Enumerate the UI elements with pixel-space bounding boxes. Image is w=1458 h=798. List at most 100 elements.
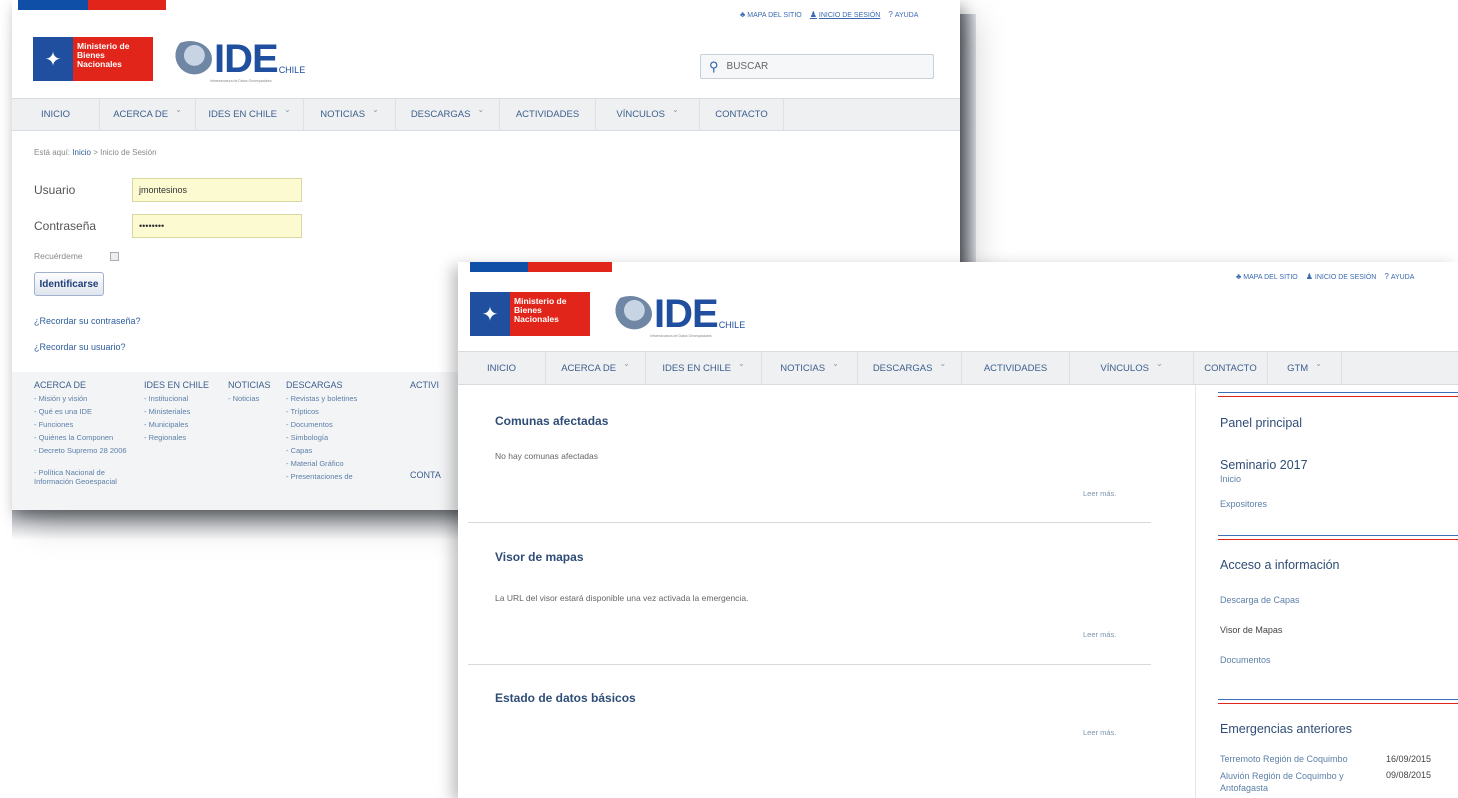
chevron-down-icon: ⌄ [1315,358,1322,368]
breadcrumb-home-link[interactable]: Inicio [72,148,91,157]
ide-subtitle: Infraestructura de Datos Geoespaciales [650,334,712,338]
chevron-down-icon: ⌄ [1155,358,1163,368]
flag-blue-bar [18,0,88,10]
remember-checkbox[interactable] [110,252,119,261]
footer-link[interactable]: - Decreto Supremo 28 2006 [34,446,144,455]
nav-item-noticias[interactable]: NOTICIAS ⌄ [762,352,858,384]
nav-item-contacto[interactable]: CONTACTO [700,99,784,130]
footer-link[interactable]: - Misión y visión [34,394,87,403]
nav-label: CONTACTO [1204,362,1257,374]
nav-label: VÍNCULOS [616,109,665,120]
main-nav: INICIO ACERCA DE ⌄ IDES EN CHILE ⌄ NOTICIA… [12,98,960,131]
ministry-logo-text: Ministerio de Bienes Nacionales [510,292,590,336]
breadcrumb-separator: > [93,148,98,157]
footer-heading: CONTA [410,470,441,480]
read-more-link[interactable]: Leer más. [1083,728,1116,737]
search-input[interactable]: ⚲ BUSCAR [700,54,934,79]
documents-link[interactable]: Documentos [1220,655,1271,665]
chevron-down-icon: ⌄ [175,105,182,114]
section-title: Visor de mapas [495,550,584,564]
footer-link[interactable]: - Presentaciones de [286,472,353,481]
nav-item-acerca[interactable]: ACERCA DE ⌄ [100,99,196,130]
nav-item-inicio[interactable]: INICIO [458,352,546,384]
login-link[interactable]: ♟ INICIO DE SESIÓN [1306,272,1377,281]
emergency-link[interactable]: Aluvión Región de Coquimbo y Antofagasta [1220,770,1380,794]
nav-item-vinculos[interactable]: VÍNCULOS ⌄ [1070,352,1194,384]
map-viewer-link[interactable]: Visor de Mapas [1220,625,1282,635]
forgot-password-link[interactable]: ¿Recordar su contraseña? [34,316,141,326]
forgot-username-link[interactable]: ¿Recordar su usuario? [34,342,126,352]
footer-heading: DESCARGAS [286,380,343,390]
nav-item-descargas[interactable]: DESCARGAS ⌄ [858,352,962,384]
read-more-link[interactable]: Leer más. [1083,489,1116,498]
nav-label: INICIO [486,362,517,374]
user-icon: ♟ [1305,272,1313,281]
ministry-logo[interactable]: ✦ Ministerio de Bienes Nacionales [33,37,153,81]
search-icon: ⚲ [709,58,719,74]
coat-of-arms-icon: ✦ [470,292,510,336]
nav-label: DESCARGAS [410,109,471,120]
nav-item-gtm[interactable]: GTM ⌄ [1268,352,1342,384]
sitemap-link[interactable]: ♣ MAPA DEL SITIO [740,10,802,19]
footer-link[interactable]: - Qué es una IDE [34,407,92,416]
nav-item-ides[interactable]: IDES EN CHILE ⌄ [196,99,304,130]
help-icon: ? [1384,272,1389,281]
emergency-link[interactable]: Terremoto Región de Coquimbo [1220,754,1348,764]
footer-link[interactable]: - Ministeriales [144,407,190,416]
speakers-link[interactable]: Expositores [1220,499,1267,509]
footer-link[interactable]: - Documentos [286,420,333,429]
footer-link[interactable]: - Material Gráfico [286,459,344,468]
username-field[interactable]: jmontesinos [132,178,302,202]
nav-label: IDES EN CHILE [662,362,731,374]
nav-label: IDES EN CHILE [208,109,277,120]
footer-link[interactable]: - Municipales [144,420,188,429]
footer-link[interactable]: - Revistas y boletines [286,394,357,403]
section-rule [1218,539,1458,540]
login-button[interactable]: Identificarse [34,272,104,296]
footer-link[interactable]: - Política Nacional de Información Geoes… [34,468,144,486]
remember-label: Recuérdeme [34,251,83,261]
nav-item-inicio[interactable]: INICIO [12,99,100,130]
nav-item-noticias[interactable]: NOTICIAS ⌄ [304,99,396,130]
footer-link[interactable]: - Capas [286,446,312,455]
nav-item-descargas[interactable]: DESCARGAS ⌄ [396,99,500,130]
footer-link[interactable]: - Institucional [144,394,188,403]
password-field[interactable]: •••••••• [132,214,302,238]
help-link[interactable]: ? AYUDA [1384,272,1414,281]
help-link[interactable]: ? AYUDA [888,10,918,19]
emergency-date: 09/08/2015 [1386,770,1432,780]
nav-item-ides[interactable]: IDES EN CHILE ⌄ [646,352,762,384]
nav-label: GTM [1287,362,1309,374]
footer-link[interactable]: - Noticias [228,394,259,403]
login-link[interactable]: ♟ INICIO DE SESIÓN [810,10,881,19]
chevron-down-icon: ⌄ [737,358,745,368]
emergency-window: ♣ MAPA DEL SITIO ♟ INICIO DE SESIÓN ? AYUDA… [458,262,1458,798]
emergencies-title: Emergencias anteriores [1220,722,1353,736]
ide-logo[interactable]: IDE CHILE [608,294,746,334]
download-layers-link[interactable]: Descarga de Capas [1220,595,1300,605]
footer-link[interactable]: - Trípticos [286,407,319,416]
ide-logo[interactable]: IDE CHILE [168,39,305,79]
ministry-logo[interactable]: ✦ Ministerio de Bienes Nacionales [470,292,590,336]
sitemap-link[interactable]: ♣ MAPA DEL SITIO [1236,272,1298,281]
nav-item-actividades[interactable]: ACTIVIDADES [500,99,596,130]
nav-item-acerca[interactable]: ACERCA DE ⌄ [546,352,646,384]
window-shadow [960,14,976,264]
footer-link[interactable]: - Funciones [34,420,73,429]
nav-item-actividades[interactable]: ACTIVIDADES [962,352,1070,384]
nav-item-contacto[interactable]: CONTACTO [1194,352,1268,384]
ide-chile-text: CHILE [718,320,746,330]
footer-link[interactable]: - Regionales [144,433,186,442]
footer-link[interactable]: - Simbología [286,433,328,442]
flag-red-bar [88,0,166,10]
nav-item-vinculos[interactable]: VÍNCULOS ⌄ [596,99,700,130]
chevron-down-icon: ⌄ [283,105,291,114]
seminar-home-link[interactable]: Inicio [1220,474,1241,484]
read-more-link[interactable]: Leer más. [1083,630,1116,639]
footer-link[interactable]: - Quiénes la Componen [34,433,113,442]
panel-title: Panel principal [1220,416,1302,430]
ide-subtitle: Infraestructura de Datos Geoespaciales [210,79,272,83]
chevron-down-icon: ⌄ [623,358,630,368]
ide-globe-icon [608,296,652,332]
sitemap-icon: ♣ [1236,272,1242,281]
